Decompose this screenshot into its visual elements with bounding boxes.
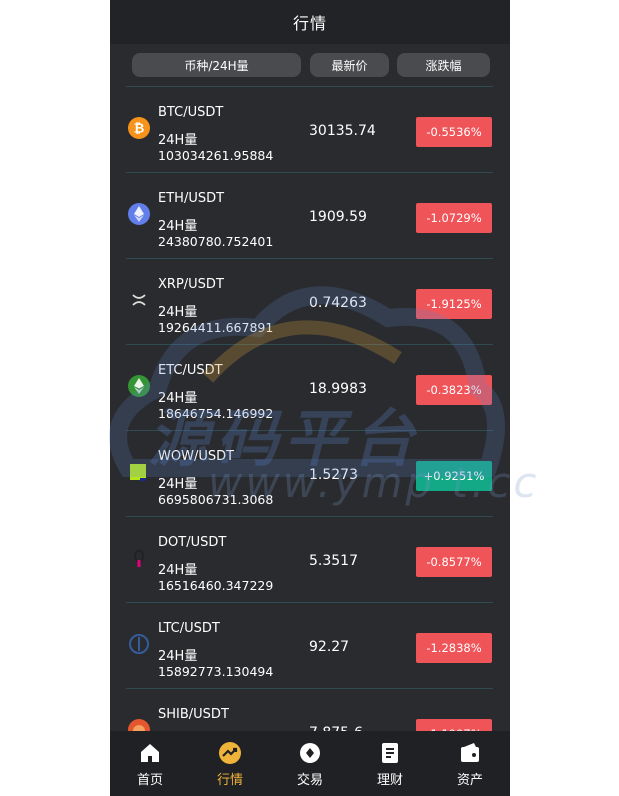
volume-value: 18646754.146992	[158, 406, 274, 421]
trading-pair: LTC/USDT	[158, 621, 220, 636]
last-price: 92.27	[309, 639, 350, 655]
tab-wallet[interactable]: 资产	[430, 731, 510, 796]
last-price: 0.74263	[309, 295, 367, 311]
volume-value: 15892773.130494	[158, 664, 274, 679]
change-badge: -1.0729%	[416, 203, 492, 233]
finance-document-icon	[378, 741, 402, 765]
market-list: ₿ BTC/USDT 24H量 103034261.95884 30135.74 -0.5…	[126, 86, 493, 774]
market-trend-icon	[218, 741, 242, 765]
trading-pair: SHIB/USDT	[158, 707, 229, 722]
change-badge: -0.3823%	[416, 375, 492, 405]
quote-symbol: /USDT	[182, 363, 223, 378]
volume-value: 16516460.347229	[158, 578, 274, 593]
volume-label: 24H量	[158, 133, 198, 148]
market-row-wow[interactable]: WOW/USDT 24H量 6695806731.3068 1.5273 +0.9251…	[126, 430, 493, 516]
trading-pair: WOW/USDT	[158, 449, 234, 464]
change-badge: -1.2838%	[416, 633, 492, 663]
quote-symbol: /USDT	[188, 707, 229, 722]
market-row-ltc[interactable]: LTC/USDT 24H量 15892773.130494 92.27 -1.2838%	[126, 602, 493, 688]
trading-pair: DOT/USDT	[158, 535, 226, 550]
tab-trade[interactable]: 交易	[270, 731, 350, 796]
trading-pair: ETC/USDT	[158, 363, 223, 378]
market-row-xrp[interactable]: XRP/USDT 24H量 19264411.667891 0.74263 -1.912…	[126, 258, 493, 344]
sort-by-pair-volume-button[interactable]: 币种/24H量	[132, 53, 301, 77]
polkadot-icon	[128, 547, 150, 569]
market-screen: 行情 币种/24H量 最新价 涨跌幅 ₿ BTC/USDT 24H量 10303426…	[110, 0, 510, 796]
trading-pair: XRP/USDT	[158, 277, 224, 292]
tab-market-trend[interactable]: 行情	[190, 731, 270, 796]
change-badge: -1.9125%	[416, 289, 492, 319]
litecoin-icon	[128, 633, 150, 655]
tab-label: 交易	[296, 773, 323, 788]
base-symbol: ETH	[158, 191, 184, 206]
volume-label: 24H量	[158, 391, 198, 406]
market-row-dot[interactable]: DOT/USDT 24H量 16516460.347229 5.3517 -0.8577…	[126, 516, 493, 602]
wallet-icon	[458, 741, 482, 765]
change-badge: +0.9251%	[416, 461, 492, 491]
quote-symbol: /USDT	[183, 277, 224, 292]
trading-pair: ETH/USDT	[158, 191, 224, 206]
tab-label: 首页	[136, 773, 163, 788]
change-badge: -0.5536%	[416, 117, 492, 147]
market-row-btc[interactable]: ₿ BTC/USDT 24H量 103034261.95884 30135.74 -0.5…	[126, 86, 493, 172]
tab-label: 行情	[216, 773, 243, 788]
last-price: 1.5273	[309, 467, 358, 483]
market-row-etc[interactable]: ETC/USDT 24H量 18646754.146992 18.9983 -0.382…	[126, 344, 493, 430]
page-title: 行情	[292, 14, 327, 33]
quote-symbol: /USDT	[183, 105, 224, 120]
volume-value: 103034261.95884	[158, 148, 274, 163]
ripple-icon	[128, 289, 150, 311]
last-price: 30135.74	[309, 123, 376, 139]
volume-value: 24380780.752401	[158, 234, 274, 249]
volume-label: 24H量	[158, 477, 198, 492]
base-symbol: LTC	[158, 621, 180, 636]
tab-label: 理财	[376, 773, 403, 788]
last-price: 1909.59	[309, 209, 367, 225]
quote-symbol: /USDT	[183, 191, 225, 206]
home-icon	[138, 741, 162, 765]
wow-icon	[128, 461, 150, 483]
volume-label: 24H量	[158, 219, 198, 234]
sort-by-last-price-button[interactable]: 最新价	[310, 53, 389, 77]
change-badge: -0.8577%	[416, 547, 492, 577]
tab-finance-document[interactable]: 理财	[350, 731, 430, 796]
svg-text:₿: ₿	[134, 121, 145, 136]
quote-symbol: /USDT	[186, 535, 227, 550]
tab-home[interactable]: 首页	[110, 731, 190, 796]
base-symbol: XRP	[158, 277, 184, 292]
volume-value: 19264411.667891	[158, 320, 274, 335]
base-symbol: BTC	[158, 105, 184, 120]
quote-symbol: /USDT	[179, 621, 220, 636]
ethereum-classic-icon	[128, 375, 150, 397]
bitcoin-icon: ₿	[128, 117, 150, 139]
base-symbol: ETC	[158, 363, 183, 378]
trade-icon	[298, 741, 322, 765]
base-symbol: WOW	[158, 449, 194, 464]
column-headers: 币种/24H量 最新价 涨跌幅	[110, 44, 510, 88]
sort-by-change-button[interactable]: 涨跌幅	[397, 53, 490, 77]
base-symbol: SHIB	[158, 707, 189, 722]
top-bar: 行情	[110, 0, 510, 44]
market-row-eth[interactable]: ETH/USDT 24H量 24380780.752401 1909.59 -1.072…	[126, 172, 493, 258]
ethereum-icon	[128, 203, 150, 225]
volume-label: 24H量	[158, 563, 198, 578]
trading-pair: BTC/USDT	[158, 105, 223, 120]
quote-symbol: /USDT	[193, 449, 235, 464]
tab-label: 资产	[456, 773, 483, 788]
volume-label: 24H量	[158, 305, 198, 320]
volume-value: 6695806731.3068	[158, 492, 274, 507]
base-symbol: DOT	[158, 535, 187, 550]
last-price: 5.3517	[309, 553, 358, 569]
bottom-tab-bar: 首页 行情 交易 理财 资产	[110, 731, 510, 796]
volume-label: 24H量	[158, 649, 198, 664]
last-price: 18.9983	[309, 381, 367, 397]
